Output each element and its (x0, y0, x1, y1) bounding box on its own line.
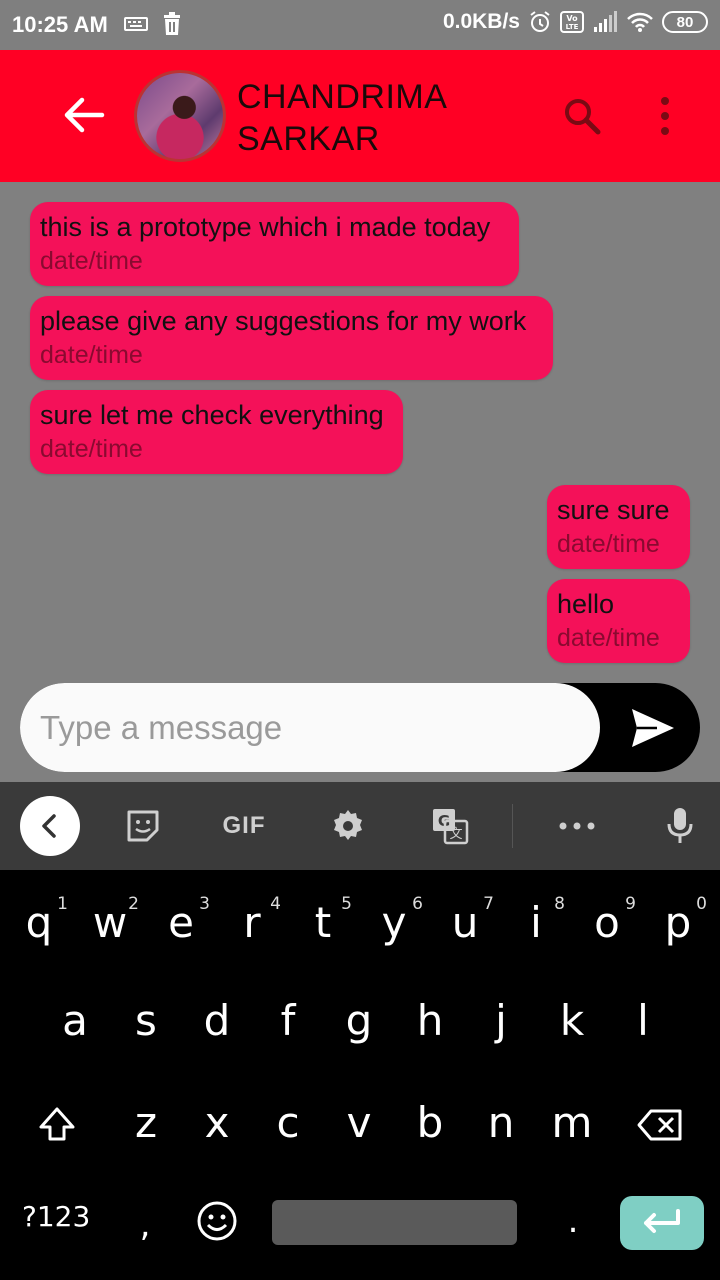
message-text: this is a prototype which i made today (40, 212, 491, 242)
key-g[interactable]: g (324, 976, 394, 1066)
message-list[interactable]: this is a prototype which i made today d… (0, 182, 720, 678)
backspace-icon[interactable] (625, 1080, 695, 1170)
key-t[interactable]: t5 (288, 878, 358, 968)
key-e[interactable]: e3 (146, 878, 216, 968)
status-left-icons (124, 12, 182, 36)
enter-key[interactable] (620, 1196, 704, 1250)
key-f[interactable]: f (253, 976, 323, 1066)
search-icon[interactable] (560, 94, 604, 138)
settings-icon[interactable] (324, 802, 372, 850)
message-text: sure let me check everything (40, 400, 384, 430)
message-text: sure sure (557, 495, 670, 525)
key-x[interactable]: x (182, 1078, 252, 1168)
key-r[interactable]: r4 (217, 878, 287, 968)
network-speed: 0.0KB/s (442, 10, 520, 33)
message-bubble-received[interactable]: sure let me check everything date/time (30, 390, 403, 474)
key-b[interactable]: b (395, 1078, 465, 1168)
shift-icon[interactable] (22, 1080, 92, 1170)
key-k[interactable]: k (537, 976, 607, 1066)
key-h[interactable]: h (395, 976, 465, 1066)
message-composer (20, 683, 700, 772)
key-j[interactable]: j (466, 976, 536, 1066)
back-arrow-icon[interactable] (58, 90, 108, 140)
chevron-left-icon[interactable] (20, 796, 80, 856)
keyboard-icon (124, 17, 148, 31)
message-timestamp: date/time (40, 341, 143, 369)
key-z[interactable]: z (111, 1078, 181, 1168)
message-timestamp: date/time (40, 247, 143, 275)
key-p[interactable]: p0 (643, 878, 713, 968)
key-m[interactable]: m (537, 1078, 607, 1168)
key-n[interactable]: n (466, 1078, 536, 1168)
svg-text:LTE: LTE (566, 23, 579, 31)
gif-icon[interactable]: GIF (214, 802, 274, 850)
key-s[interactable]: s (111, 976, 181, 1066)
svg-text:文: 文 (449, 827, 462, 842)
wifi-icon (627, 12, 653, 32)
message-input[interactable] (20, 683, 600, 772)
translate-icon[interactable]: G文 (426, 802, 474, 850)
message-timestamp: date/time (557, 624, 660, 652)
message-text: please give any suggestions for my work (40, 306, 527, 336)
key-period[interactable]: . (538, 1176, 608, 1266)
key-c[interactable]: c (253, 1078, 323, 1168)
key-w[interactable]: w2 (75, 878, 145, 968)
svg-text:Vo: Vo (566, 14, 578, 23)
status-right: 0.0KB/s Vo LTE 80 (443, 10, 708, 34)
key-u[interactable]: u7 (430, 878, 500, 968)
battery-icon: 80 (662, 11, 708, 33)
key-v[interactable]: v (324, 1078, 394, 1168)
key-comma[interactable]: , (110, 1180, 180, 1270)
send-icon[interactable] (628, 703, 678, 753)
key-i[interactable]: i8 (501, 878, 571, 968)
gif-label: GIF (222, 812, 266, 839)
message-timestamp: date/time (40, 435, 143, 463)
status-time: 10:25 AM (12, 12, 108, 37)
chat-header: CHANDRIMA SARKAR (0, 50, 720, 182)
alarm-icon (530, 11, 550, 32)
toolbar-divider (512, 804, 513, 848)
key-a[interactable]: a (40, 976, 110, 1066)
key-o[interactable]: o9 (572, 878, 642, 968)
signal-icon (594, 11, 617, 32)
more-horiz-icon[interactable] (553, 802, 601, 850)
spacebar[interactable] (272, 1200, 517, 1245)
message-timestamp: date/time (557, 530, 660, 558)
mic-icon[interactable] (656, 802, 704, 850)
volte-icon: VoLTE (560, 11, 584, 33)
contact-name[interactable]: CHANDRIMA SARKAR (237, 76, 537, 160)
key-l[interactable]: l (608, 976, 678, 1066)
keyboard-toolbar: GIF G文 (0, 782, 720, 870)
key-q[interactable]: q1 (4, 878, 74, 968)
keyboard: q1 w2 e3 r4 t5 y6 u7 i8 o9 p0 a s d f g … (0, 870, 720, 1280)
symbols-key[interactable]: ?123 (22, 1200, 90, 1233)
sticker-icon[interactable] (119, 802, 167, 850)
message-bubble-received[interactable]: this is a prototype which i made today d… (30, 202, 519, 286)
more-vert-icon[interactable] (650, 96, 680, 136)
avatar[interactable] (134, 70, 226, 162)
message-bubble-sent[interactable]: sure sure date/time (547, 485, 690, 569)
emoji-icon[interactable] (182, 1176, 252, 1266)
message-bubble-sent[interactable]: hello date/time (547, 579, 690, 663)
key-d[interactable]: d (182, 976, 252, 1066)
trash-icon (164, 12, 180, 35)
key-y[interactable]: y6 (359, 878, 429, 968)
message-text: hello (557, 589, 615, 619)
message-bubble-received[interactable]: please give any suggestions for my work … (30, 296, 553, 380)
status-bar: 10:25 AM 0.0KB/s Vo LTE 80 (0, 0, 720, 50)
